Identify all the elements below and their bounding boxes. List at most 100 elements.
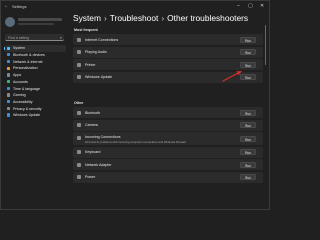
run-button[interactable]: Run [240,74,256,80]
profile-name-redacted [18,18,62,21]
sidebar-item-label: Gaming [13,93,26,98]
run-button[interactable]: Run [240,36,256,43]
troubleshooter-label: Internet Connections [85,37,119,42]
breadcrumb-separator: › [161,13,165,23]
troubleshooter-row-incoming-connections: Incoming Connections Find and fix problem… [73,132,263,145]
section-label-other: Other [74,101,84,105]
time-language-icon [7,86,11,90]
sidebar-item-label: Accessibility [13,99,33,104]
troubleshooter-label: Windows Update [85,75,113,80]
avatar [5,17,15,27]
run-button[interactable]: Run [240,135,256,142]
power-icon [77,175,81,179]
shield-icon [7,106,11,110]
troubleshooter-row-keyboard: Keyboard Run [73,146,263,158]
incoming-connections-icon [77,135,81,140]
apps-icon [7,73,11,77]
sidebar-item-apps[interactable]: Apps [4,72,66,79]
sidebar-item-personalization[interactable]: Personalization [4,65,66,72]
sidebar-item-label: Accounts [13,79,28,84]
back-arrow-icon[interactable]: ← [4,3,9,9]
run-button[interactable]: Run [240,122,256,128]
scrollbar[interactable] [265,25,266,65]
bluetooth-icon [7,53,11,57]
section-label-most-frequent: Most frequent [74,28,98,32]
troubleshooter-row-network-adapter: Network Adapter Run [73,159,263,170]
run-button[interactable]: Run [240,61,256,68]
sidebar: Find a setting ⌕ System Bluetooth & devic… [1,13,69,211]
windows-update-icon [7,113,11,117]
search-icon: ⌕ [59,35,62,40]
sidebar-item-accounts[interactable]: Accounts [4,78,66,85]
personalization-icon [7,66,11,70]
troubleshooter-row-windows-update: Windows Update Run [73,71,263,83]
search-placeholder: Find a setting [8,35,30,40]
wifi-icon [77,37,81,42]
troubleshooter-label: Network Adapter [85,162,112,167]
troubleshooter-row-power: Power Run [73,171,263,183]
system-icon [7,46,11,50]
windows-update-icon [77,75,81,79]
keyboard-icon [77,150,81,154]
sidebar-item-label: Network & internet [13,59,43,64]
camera-icon [77,123,81,127]
sidebar-item-gaming[interactable]: Gaming [4,92,66,99]
maximize-icon[interactable]: ▢ [248,3,253,9]
troubleshooter-label: Incoming Connections [85,134,121,139]
sidebar-item-label: System [13,46,25,51]
run-button[interactable]: Run [240,49,256,55]
bluetooth-icon [77,110,81,115]
sidebar-item-accessibility[interactable]: Accessibility [4,99,66,106]
sidebar-item-label: Privacy & security [13,106,42,111]
profile-email-redacted [18,23,54,25]
sidebar-item-label: Time & language [13,86,41,91]
troubleshooter-row-bluetooth: Bluetooth Run [73,107,263,118]
printer-icon [77,62,81,67]
sidebar-item-label: Bluetooth & devices [13,53,45,58]
run-button[interactable]: Run [240,161,256,168]
sidebar-item-privacy-security[interactable]: Privacy & security [4,105,66,112]
title-bar: ← Settings – ▢ ✕ [1,1,271,13]
sidebar-item-label: Windows Update [13,113,41,118]
accounts-icon [7,80,11,84]
breadcrumb-troubleshoot[interactable]: Troubleshoot [110,13,159,23]
network-icon [7,59,11,64]
sidebar-nav: System Bluetooth & devices Network & inter… [4,45,66,119]
breadcrumb: System › Troubleshoot › Other troubleshooter… [73,13,248,25]
troubleshooter-row-internet-connections: Internet Connections Run [73,34,263,45]
user-profile[interactable] [5,17,65,31]
troubleshooter-label: Power [85,175,96,180]
network-adapter-icon [77,162,81,167]
sidebar-item-system[interactable]: System [4,45,66,52]
page-title: Other troubleshooters [167,13,249,23]
breadcrumb-separator: › [103,13,107,23]
breadcrumb-system[interactable]: System [73,13,101,23]
troubleshooter-label: Keyboard [85,150,101,155]
troubleshooter-label: Camera [85,123,98,128]
troubleshooter-row-printer: Printer Run [73,59,263,70]
run-button[interactable]: Run [240,149,256,155]
sidebar-item-time-language[interactable]: Time & language [4,85,66,92]
troubleshooter-row-playing-audio: Playing Audio Run [73,46,263,58]
troubleshooter-row-camera: Camera Run [73,119,263,131]
sidebar-item-windows-update[interactable]: Windows Update [4,112,66,119]
sidebar-item-bluetooth-devices[interactable]: Bluetooth & devices [4,52,66,59]
accessibility-icon [7,100,11,104]
search-input[interactable]: Find a setting ⌕ [5,34,64,41]
troubleshooter-label: Playing Audio [85,50,107,55]
close-icon[interactable]: ✕ [260,3,264,9]
troubleshooter-label: Printer [85,62,96,67]
sidebar-item-label: Personalization [13,66,38,71]
sidebar-item-label: Apps [13,73,22,78]
minimize-icon[interactable]: – [237,3,240,9]
run-button[interactable]: Run [240,109,256,116]
gaming-icon [7,93,11,97]
main-content: System › Troubleshoot › Other troubleshooter… [73,13,269,211]
troubleshooter-description: Find and fix problems with incoming comp… [85,139,187,144]
run-button[interactable]: Run [240,174,256,180]
settings-window: ← Settings – ▢ ✕ Find a setting ⌕ System… [0,0,270,210]
speaker-icon [77,50,81,54]
window-title: Settings [12,4,27,9]
troubleshooter-label: Bluetooth [85,110,101,115]
sidebar-item-network-internet[interactable]: Network & internet [4,58,66,65]
